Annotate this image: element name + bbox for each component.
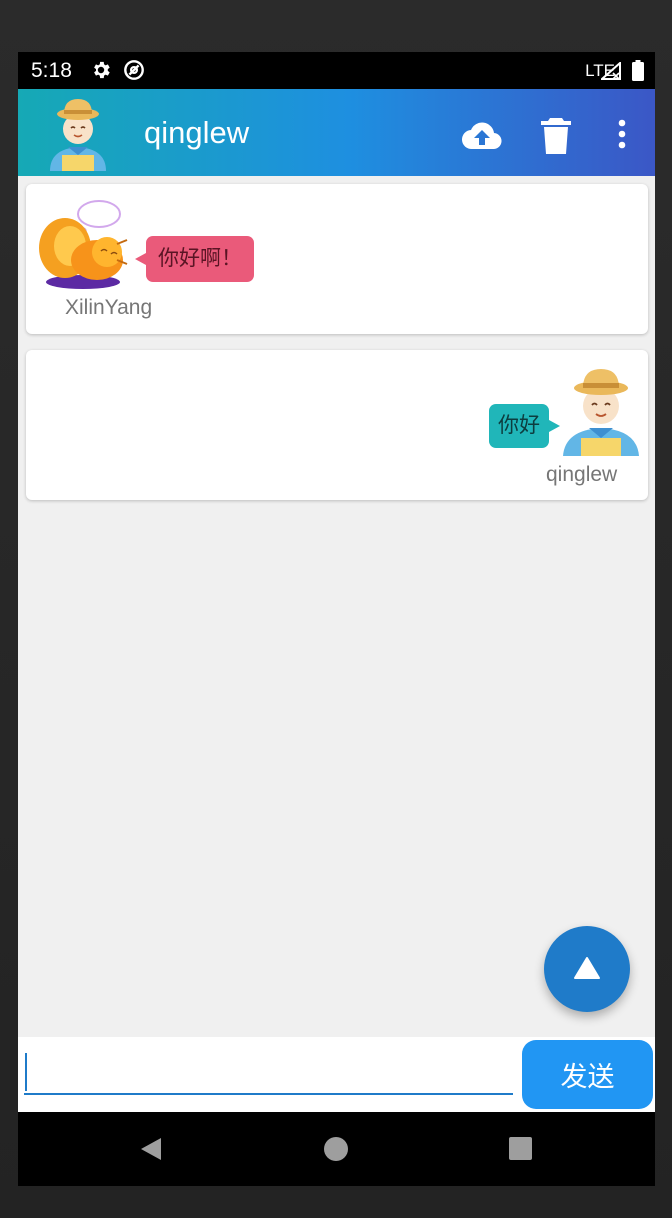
more-vertical-icon[interactable] bbox=[602, 116, 642, 156]
triangle-up-icon bbox=[574, 957, 600, 979]
status-time: 5:18 bbox=[31, 59, 72, 82]
sender-name: qinglew bbox=[546, 463, 618, 486]
sender-name: XilinYang bbox=[65, 296, 153, 319]
sync-icon bbox=[124, 60, 144, 80]
page-title: qinglew bbox=[144, 115, 250, 150]
phone-screen: 5:18 LTE qinglew 你好啊！ XilinYang 你好 qingl… bbox=[18, 52, 655, 1186]
app-bar: qinglew bbox=[18, 89, 655, 176]
message-bubble-sent[interactable]: 你好 bbox=[489, 404, 560, 448]
upload-cloud-icon[interactable] bbox=[462, 116, 502, 156]
back-icon[interactable] bbox=[139, 1136, 163, 1162]
battery-icon bbox=[632, 60, 644, 81]
navigation-bar bbox=[18, 1112, 655, 1186]
home-icon[interactable] bbox=[324, 1137, 348, 1161]
text-cursor bbox=[25, 1053, 27, 1091]
farmer-avatar-icon bbox=[563, 369, 639, 456]
signal-icon bbox=[601, 62, 621, 80]
farmer-avatar-icon bbox=[50, 99, 106, 171]
status-bar: 5:18 LTE bbox=[18, 52, 655, 89]
message-card-sent: 你好 qinglew bbox=[26, 350, 648, 500]
message-card-received: 你好啊！ XilinYang bbox=[26, 184, 648, 334]
recents-icon[interactable] bbox=[509, 1137, 532, 1160]
compose-bar: 发送 bbox=[18, 1037, 655, 1112]
send-button[interactable]: 发送 bbox=[522, 1040, 653, 1109]
gear-icon bbox=[94, 61, 110, 79]
squirrel-avatar-icon bbox=[39, 200, 128, 289]
trash-icon[interactable] bbox=[536, 116, 576, 156]
message-bubble-received[interactable]: 你好啊！ bbox=[135, 236, 254, 282]
scroll-top-button[interactable] bbox=[544, 926, 630, 1012]
message-input[interactable] bbox=[24, 1049, 513, 1095]
